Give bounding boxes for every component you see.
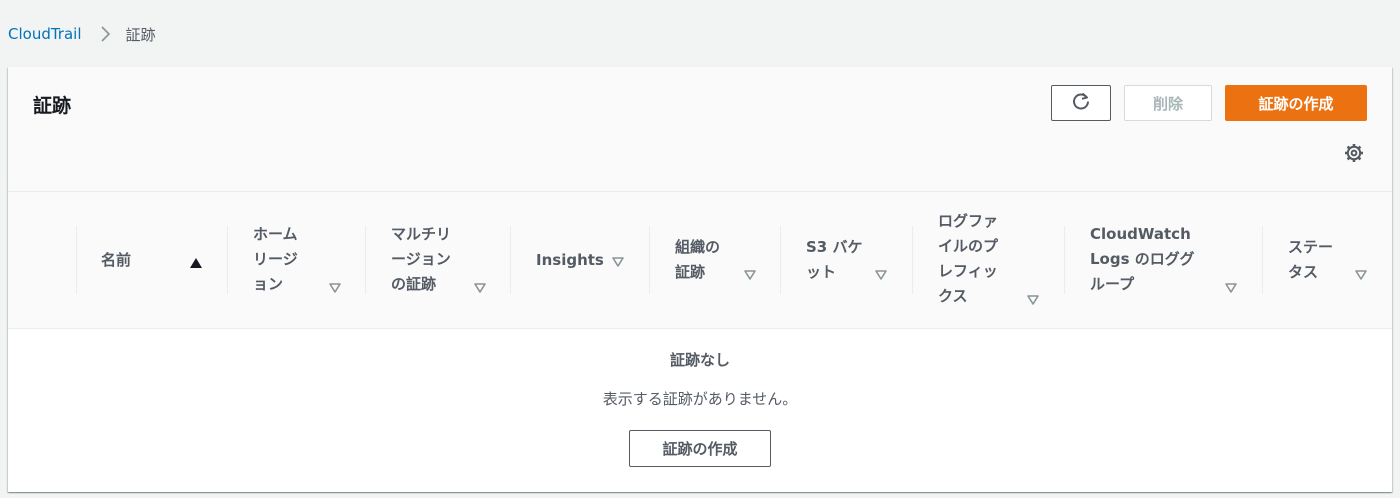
column-label: S3 バケ ット (806, 238, 863, 281)
delete-button[interactable]: 削除 (1124, 85, 1212, 121)
sort-icon (1224, 280, 1238, 293)
column-header-name[interactable]: 名前 (76, 192, 227, 328)
sort-icon (1354, 267, 1368, 280)
column-divider (76, 226, 77, 294)
column-header-s3-bucket[interactable]: S3 バケ ット (780, 192, 912, 328)
column-divider (1262, 226, 1263, 294)
column-header-organization[interactable]: 組織の 証跡 (649, 192, 780, 328)
breadcrumb-cloudtrail-link[interactable]: CloudTrail (8, 25, 82, 43)
column-label: マルチリ ージョン の証跡 (391, 225, 452, 293)
column-label: 組織の 証跡 (675, 238, 721, 281)
column-header-status[interactable]: ステー タス (1262, 192, 1392, 328)
empty-state-description: 表示する証跡がありません。 (602, 390, 798, 408)
sort-icon (743, 267, 757, 280)
empty-create-trail-button[interactable]: 証跡の作成 (629, 430, 771, 467)
empty-state: 証跡なし 表示する証跡がありません。 証跡の作成 (8, 329, 1392, 492)
refresh-button[interactable] (1051, 85, 1111, 121)
column-label: ホーム リージ ョン (253, 225, 298, 293)
column-label: 名前 (101, 251, 132, 269)
sort-ascending-icon (189, 255, 203, 268)
empty-state-title: 証跡なし (669, 351, 730, 369)
trails-panel: 証跡 削除 証跡の作成 名前 ホーム リージ ョン マルチリ ージョン の証跡 … (8, 67, 1392, 492)
page-title: 証跡 (33, 95, 72, 117)
column-label: ログファ イルのプ レフィッ クス (938, 212, 999, 305)
breadcrumb: CloudTrail 証跡 (8, 22, 156, 46)
column-label: ステー タス (1288, 238, 1334, 281)
refresh-icon (1071, 91, 1091, 115)
column-header-insights[interactable]: Insights (510, 192, 649, 328)
column-header-cloudwatch-logs[interactable]: CloudWatch Logs のロググ ループ (1064, 192, 1262, 328)
sort-icon (328, 280, 342, 293)
panel-header: 証跡 削除 証跡の作成 (8, 67, 1392, 192)
sort-icon (1026, 292, 1040, 305)
column-header-log-prefix[interactable]: ログファ イルのプ レフィッ クス (912, 192, 1064, 328)
column-divider (227, 226, 228, 294)
column-label: Insights (536, 251, 604, 269)
column-divider (649, 226, 650, 294)
column-divider (365, 226, 366, 294)
sort-icon (611, 254, 625, 267)
sort-icon (874, 267, 888, 280)
column-divider (780, 226, 781, 294)
sort-icon (473, 280, 487, 293)
column-header-home-region[interactable]: ホーム リージ ョン (227, 192, 365, 328)
column-label: CloudWatch Logs のロググ ループ (1090, 225, 1195, 293)
column-divider (510, 226, 511, 294)
gear-icon[interactable] (1344, 143, 1364, 163)
breadcrumb-current: 証跡 (125, 25, 156, 44)
chevron-right-icon (98, 26, 112, 42)
column-divider (912, 226, 913, 294)
create-trail-button[interactable]: 証跡の作成 (1225, 85, 1367, 121)
column-header-multi-region[interactable]: マルチリ ージョン の証跡 (365, 192, 510, 328)
table-header: 名前 ホーム リージ ョン マルチリ ージョン の証跡 Insights 組織の… (8, 192, 1392, 329)
column-divider (1064, 226, 1065, 294)
